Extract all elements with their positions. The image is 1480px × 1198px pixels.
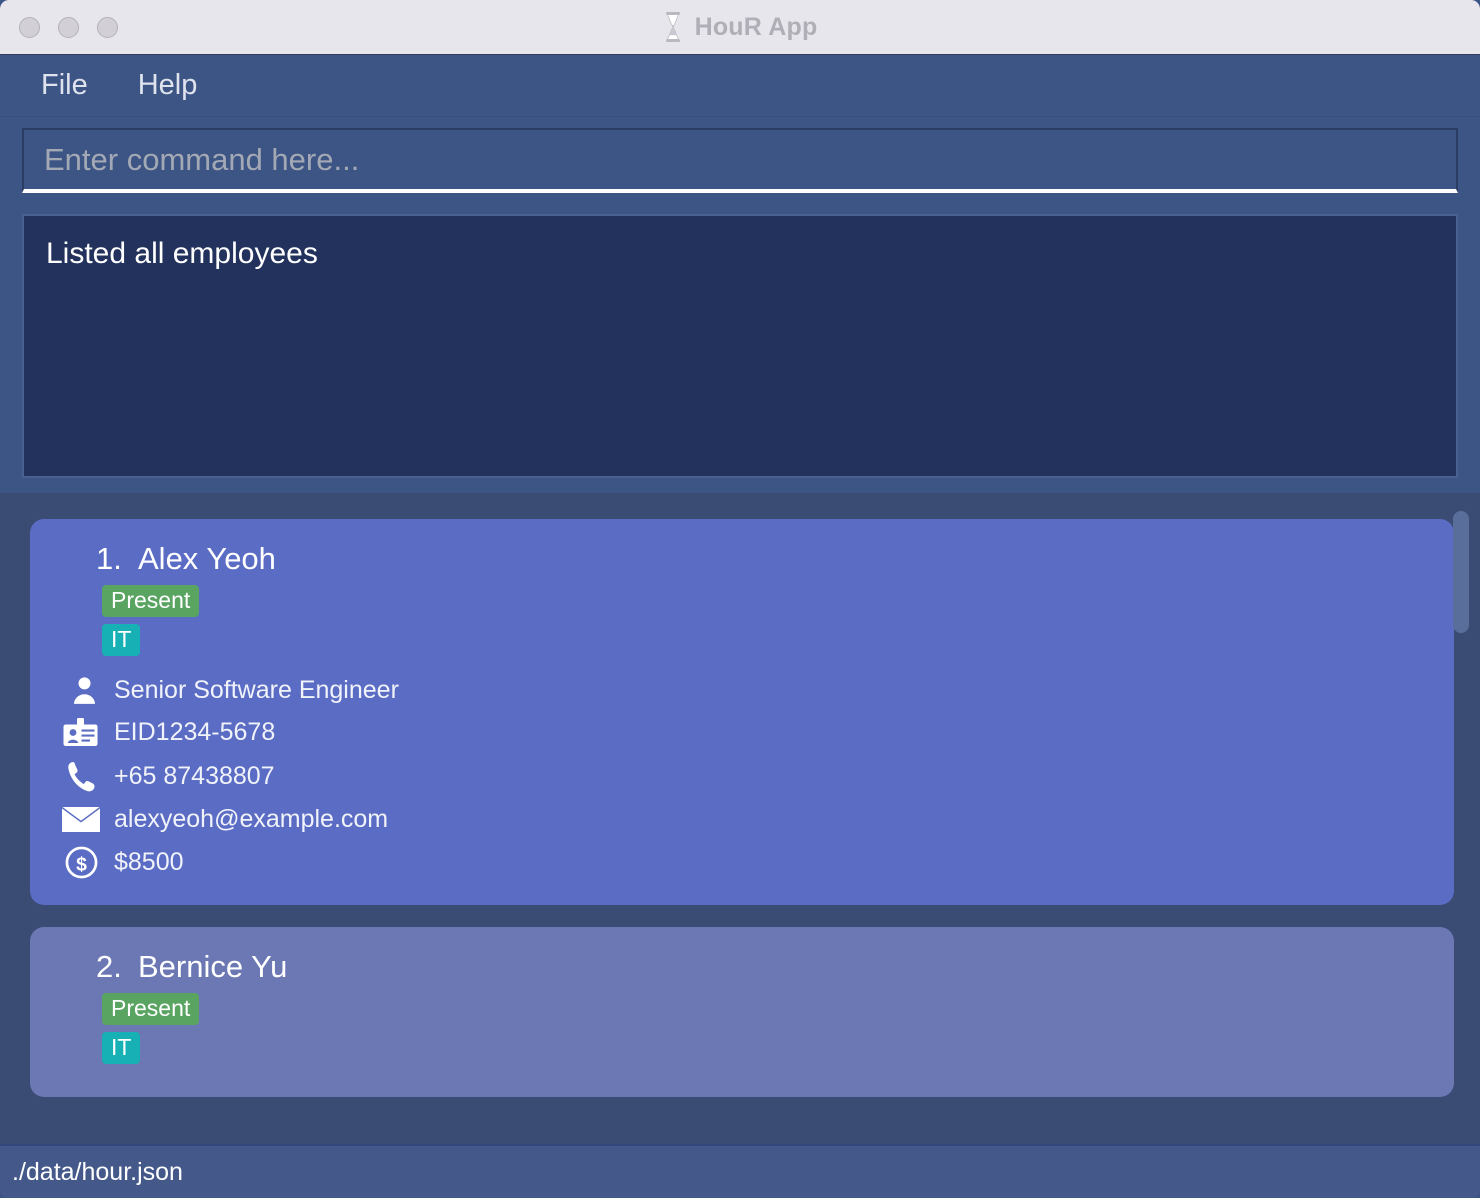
menu-item-help[interactable]: Help: [132, 69, 204, 102]
employee-id: EID1234-5678: [114, 718, 276, 747]
minimize-button[interactable]: [58, 16, 79, 38]
app-window: HouR App File Help Enter command here...…: [0, 0, 1480, 1198]
status-badge: Present: [102, 584, 200, 617]
window-titlebar: HouR App: [0, 0, 1480, 55]
result-display: Listed all employees: [22, 214, 1458, 478]
employee-role-row: Senior Software Engineer: [60, 676, 1424, 705]
window-controls: [19, 16, 118, 38]
employee-name: Bernice Yu: [138, 949, 288, 985]
id-badge-icon: [60, 717, 102, 748]
result-message: Listed all employees: [46, 237, 318, 270]
save-location-path: ./data/hour.json: [12, 1157, 183, 1186]
close-button[interactable]: [19, 16, 40, 38]
command-input[interactable]: Enter command here...: [22, 128, 1458, 193]
employee-salary-row: $ $8500: [60, 846, 1424, 879]
employee-salary: $8500: [114, 848, 184, 877]
employee-list-panel[interactable]: 1. Alex Yeoh Present IT Senior Software …: [0, 493, 1480, 1144]
scrollbar-thumb[interactable]: [1453, 511, 1469, 633]
window-title-group: HouR App: [0, 12, 1480, 42]
employee-email-row: alexyeoh@example.com: [60, 804, 1424, 834]
hourglass-icon: [665, 12, 680, 42]
menu-item-file[interactable]: File: [35, 69, 94, 102]
dollar-circle-icon: $: [60, 846, 102, 879]
phone-icon: [60, 761, 102, 793]
employee-email: alexyeoh@example.com: [114, 804, 389, 833]
status-badge-row: Present: [102, 584, 1424, 624]
employee-card-header: 2. Bernice Yu: [96, 949, 1424, 985]
employee-role: Senior Software Engineer: [114, 675, 399, 704]
status-badge-row: Present: [102, 993, 1424, 1032]
employee-id-row: EID1234-5678: [60, 717, 1424, 748]
department-badge-row: IT: [102, 623, 1424, 663]
employee-phone-row: +65 87438807: [60, 761, 1424, 793]
employee-card-header: 1. Alex Yeoh: [96, 541, 1424, 577]
app-title: HouR App: [694, 12, 818, 41]
command-input-area: Enter command here...: [0, 117, 1480, 203]
department-badge: IT: [102, 623, 141, 656]
svg-text:$: $: [76, 854, 87, 876]
person-icon: [60, 676, 102, 705]
result-display-area: Listed all employees: [0, 203, 1480, 493]
employee-phone: +65 87438807: [114, 762, 275, 791]
employee-card[interactable]: 2. Bernice Yu Present IT: [30, 927, 1454, 1098]
command-input-placeholder: Enter command here...: [44, 142, 360, 177]
list-scrollbar[interactable]: [1450, 493, 1472, 1144]
menu-bar: File Help: [0, 55, 1480, 117]
status-bar: ./data/hour.json: [0, 1144, 1480, 1198]
status-badge: Present: [102, 993, 200, 1026]
employee-name: Alex Yeoh: [138, 541, 276, 576]
employee-index: 1.: [96, 541, 122, 576]
envelope-icon: [60, 806, 102, 833]
department-badge-row: IT: [102, 1032, 1424, 1071]
employee-card[interactable]: 1. Alex Yeoh Present IT Senior Software …: [30, 519, 1454, 906]
department-badge: IT: [102, 1032, 141, 1065]
maximize-button[interactable]: [97, 16, 118, 38]
employee-index: 2.: [96, 949, 122, 985]
